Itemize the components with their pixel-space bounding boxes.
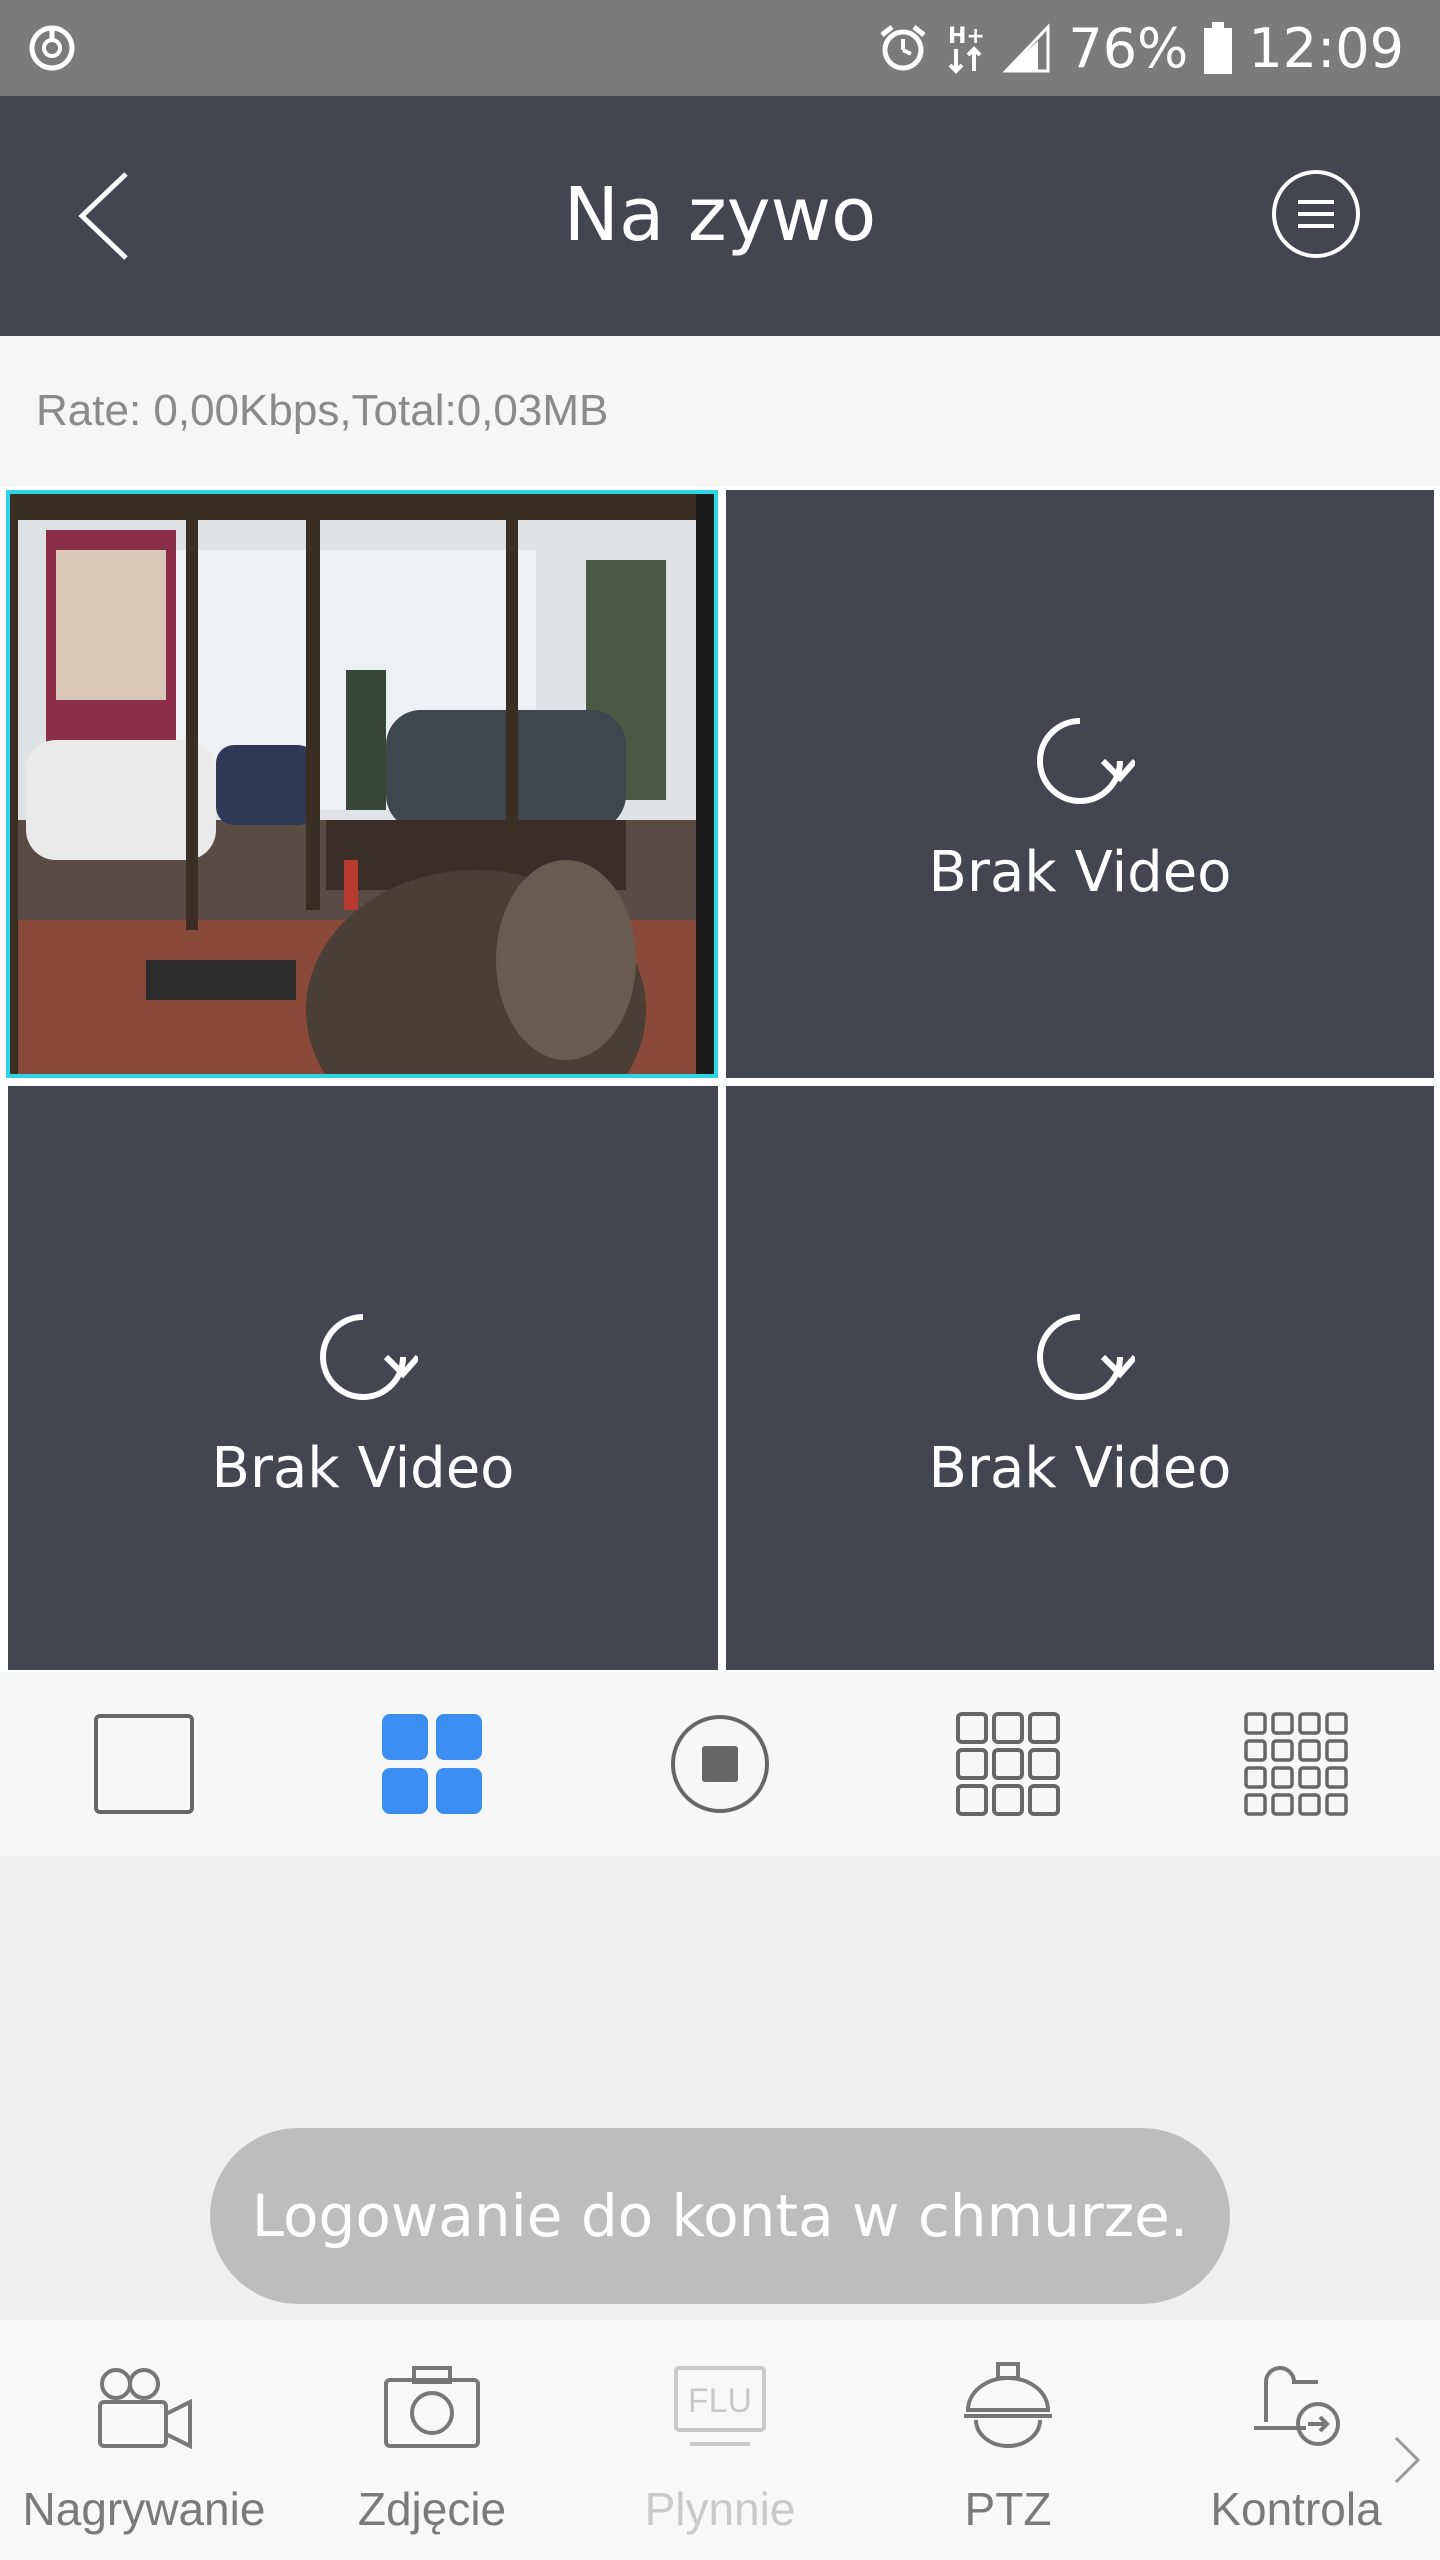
ptz-button[interactable]: PTZ	[864, 2320, 1152, 2560]
no-video-label: Brak Video	[211, 1436, 515, 1501]
record-button[interactable]: Nagrywanie	[0, 2320, 288, 2560]
rate-text: Rate: 0,00Kbps,Total:0,03MB	[36, 386, 609, 435]
reload-icon	[1037, 1314, 1135, 1400]
app-header: Na zywo	[0, 96, 1440, 336]
network-hplus-icon: H+	[948, 24, 985, 74]
svg-text:H+: H+	[948, 24, 985, 49]
svg-text:FLU: FLU	[688, 2382, 752, 2420]
snapshot-label: Zdjęcie	[357, 2483, 507, 2535]
battery-level: 76%	[1068, 16, 1189, 80]
video-cell-empty[interactable]: Brak Video	[726, 1086, 1434, 1670]
stop-icon[interactable]	[668, 1712, 772, 1816]
toast-message: Logowanie do konta w chmurze.	[210, 2128, 1230, 2304]
control-icon	[1254, 2366, 1340, 2446]
rate-bar: Rate: 0,00Kbps,Total:0,03MB	[0, 336, 1440, 486]
control-label: Kontrola	[1210, 2483, 1382, 2535]
fluency-label: Plynnie	[644, 2483, 796, 2535]
layout-selector	[0, 1672, 1440, 1856]
dome-camera-icon	[964, 2362, 1052, 2448]
video-cell-empty[interactable]: Brak Video	[8, 1086, 718, 1670]
reload-icon	[320, 1314, 418, 1400]
battery-icon	[1204, 22, 1233, 74]
signal-icon	[1002, 23, 1050, 73]
chevron-right-icon[interactable]	[1390, 2430, 1424, 2490]
bottom-toolbar: Nagrywanie Zdjęcie FLU Plynnie PTZ Kontr…	[0, 2320, 1440, 2560]
page-title: Na zywo	[563, 172, 877, 258]
single-view-icon[interactable]	[92, 1712, 196, 1816]
no-video-label: Brak Video	[928, 1436, 1232, 1501]
flu-icon: FLU	[674, 2366, 766, 2446]
nine-view-icon[interactable]	[956, 1712, 1060, 1816]
snapshot-button[interactable]: Zdjęcie	[288, 2320, 576, 2560]
fluency-button[interactable]: FLU Plynnie	[576, 2320, 864, 2560]
record-label: Nagrywanie	[22, 2483, 266, 2535]
clock: 12:09	[1248, 16, 1404, 80]
sync-icon	[29, 25, 75, 71]
video-grid: Brak Video Brak Video Brak Video	[0, 486, 1440, 1672]
camera-icon	[384, 2366, 480, 2448]
ptz-label: PTZ	[964, 2483, 1052, 2535]
status-bar: H+ 76% 12:09	[0, 0, 1440, 96]
sixteen-view-icon[interactable]	[1244, 1712, 1348, 1816]
video-cell-live[interactable]	[6, 490, 718, 1078]
no-video-label: Brak Video	[928, 840, 1232, 905]
video-camera-icon	[98, 2368, 192, 2450]
live-camera-view	[6, 490, 718, 1078]
alarm-icon	[880, 25, 926, 71]
video-cell-empty[interactable]: Brak Video	[726, 490, 1434, 1078]
reload-icon	[1037, 718, 1135, 804]
four-view-icon[interactable]	[380, 1712, 484, 1816]
menu-icon[interactable]	[1270, 168, 1362, 260]
